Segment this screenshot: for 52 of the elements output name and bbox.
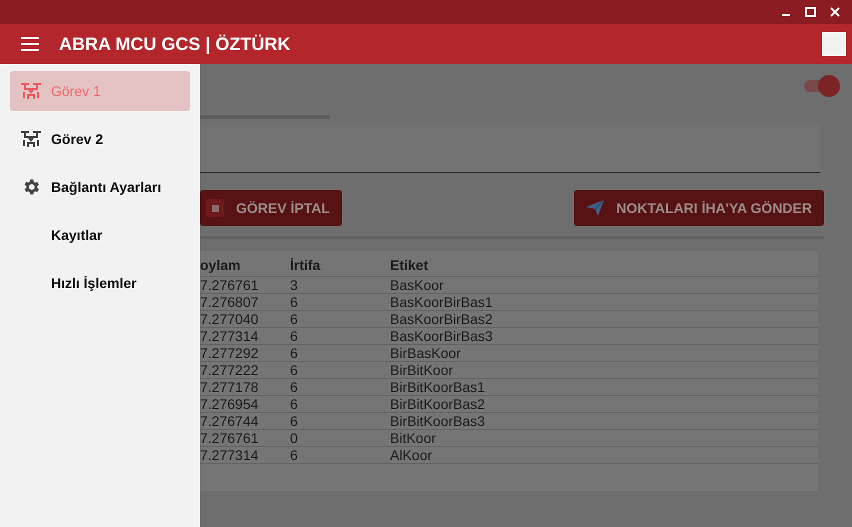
table-cell-text: 7.276761 — [200, 430, 260, 446]
table-cell-text: 6 — [290, 344, 299, 362]
drawer-item[interactable]: Bağlantı Ayarları — [10, 167, 190, 207]
stop-icon — [206, 199, 224, 217]
table-cell-text: 0 — [290, 430, 299, 446]
table-cell-text: 7.276807 — [200, 294, 260, 310]
send-button[interactable]: NOKTALARI İHA'YA GÖNDER — [574, 190, 824, 226]
column-header: İrtifa — [290, 256, 322, 274]
table-cell-text: BasKoorBirBas2 — [390, 310, 494, 328]
table-cell-text: 7.276761 — [200, 276, 260, 294]
close-icon[interactable] — [830, 7, 840, 17]
table-cell-text: 6 — [290, 294, 299, 310]
table-cell-text: 7.276744 — [200, 412, 260, 430]
menu-icon[interactable] — [20, 36, 40, 52]
app-title: ABRA MCU GCS | ÖZTÜRK — [59, 32, 290, 56]
drawer-item[interactable]: Görev 2 — [10, 119, 190, 159]
table-cell-text: 7.277222 — [200, 362, 260, 378]
table-cell-text: 7.277292 — [200, 344, 260, 362]
drone-icon — [20, 82, 40, 100]
table-cell-text: 6 — [290, 310, 299, 328]
table-cell-text: 7.277178 — [200, 378, 260, 396]
table-cell-text: 6 — [290, 378, 299, 396]
drawer-item[interactable]: Kayıtlar — [10, 215, 190, 255]
table-cell-text: BirBitKoorBas1 — [390, 378, 486, 396]
table-cell-text: BirBitKoorBas3 — [390, 412, 486, 430]
table-cell-text: 3 — [290, 276, 299, 294]
table-cell-text: 6 — [290, 412, 299, 430]
table-cell-text: 6 — [290, 328, 299, 344]
table-cell-text: 6 — [290, 396, 299, 412]
input-field[interactable] — [200, 125, 820, 173]
table-cell-text: 7.277040 — [200, 310, 260, 328]
column-header: oylam — [200, 256, 242, 274]
cancel-button[interactable]: GÖREV İPTAL — [200, 190, 342, 226]
table-cell-text: BirBitKoor — [390, 362, 454, 378]
table-cell-text: 7.277314 — [200, 446, 260, 464]
maximize-icon[interactable] — [805, 7, 816, 17]
table-cell-text: BasKoorBirBas3 — [390, 328, 494, 344]
table-cell-text: 6 — [290, 362, 299, 378]
table-cell-text: BasKoor — [390, 276, 445, 294]
table-cell-text: BirBasKoor — [390, 344, 462, 362]
drone-icon — [20, 130, 40, 148]
table-cell-text: BasKoorBirBas1 — [390, 294, 494, 310]
drawer-item[interactable]: Hızlı İşlemler — [10, 263, 190, 303]
table-cell-text: 7.277314 — [200, 328, 260, 344]
paper-plane-icon — [586, 200, 604, 216]
table-cell-text: BitKoor — [390, 430, 437, 446]
table-cell-text: 7.276954 — [200, 396, 260, 412]
table-cell-text: BirBitKoorBas2 — [390, 396, 486, 412]
table-cell-text: AlKoor — [390, 446, 434, 464]
column-header: Etiket — [390, 256, 430, 274]
toggle-switch[interactable] — [804, 75, 840, 95]
table-cell-text: 6 — [290, 446, 299, 464]
